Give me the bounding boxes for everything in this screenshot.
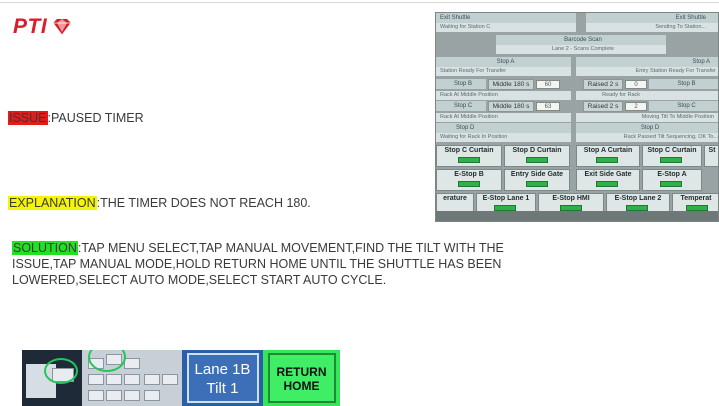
stop-a-curtain-button[interactable]: Stop A Curtain [576, 145, 640, 167]
middle-timer-b-value: 60 [536, 80, 560, 89]
stop-d-left-status: Waiting for Rack In Position [436, 133, 571, 142]
stop-c-right: Stop C [649, 101, 718, 111]
stop-b-right: Stop B [649, 79, 718, 89]
manual-movement-thumbnail [82, 350, 182, 406]
explanation-tag: EXPLANATION [8, 196, 97, 210]
stop-d-curtain-button[interactable]: Stop D Curtain [504, 145, 570, 167]
mini-key [124, 374, 140, 385]
exit-shuttle-left-status: Waiting for Station C [436, 23, 576, 32]
status-led [660, 157, 682, 163]
solution-tag: SOLUTION [12, 241, 78, 255]
lane-tilt-tile: Lane 1B Tilt 1 [186, 353, 259, 403]
mini-key [124, 390, 140, 401]
exit-shuttle-right: Exit Shuttle [586, 13, 718, 23]
stop-a-left-status: Station Ready For Transfer [436, 67, 571, 76]
stop-b-left: Stop B [436, 79, 486, 89]
stop-b-right-status: Ready for Rack [576, 91, 718, 100]
raised-timer-b-label: Raised 2 s [583, 79, 623, 90]
middle-timer-c-value: 63 [536, 102, 560, 111]
mini-key [162, 374, 178, 385]
stop-a-left: Stop A [436, 57, 571, 67]
stop-d-right: Stop D [576, 123, 718, 133]
mini-key [88, 390, 104, 401]
stop-a-right: Stop A [576, 57, 718, 67]
highlight-ring [44, 358, 78, 384]
explanation-text: :THE TIMER DOES NOT REACH 180. [96, 196, 311, 210]
status-led [526, 181, 548, 187]
stop-c-right-status: Moving Tilt To Middle Position [576, 113, 718, 122]
barcode-scan-header: Barcode Scan [496, 35, 666, 45]
exit-side-gate-button[interactable]: Exit Side Gate [576, 169, 640, 191]
menu-select-thumbnail [22, 350, 82, 406]
st-button-partial[interactable]: St [704, 145, 718, 167]
pti-logo: PTI [13, 14, 73, 40]
explanation-line: EXPLANATION:THE TIMER DOES NOT REACH 180… [8, 195, 311, 211]
e-stop-b-button[interactable]: E-Stop B [436, 169, 502, 191]
temperature-left-button[interactable]: erature [436, 193, 474, 213]
exit-shuttle-right-status: Sending To Station... [586, 23, 718, 32]
mini-key [88, 374, 104, 385]
status-led [596, 157, 618, 163]
middle-timer-c-label: Middle 180 s [488, 101, 534, 112]
mini-key [144, 374, 160, 385]
lane-tilt-thumbnail: Lane 1B Tilt 1 [182, 350, 263, 406]
solution-paragraph: SOLUTION:TAP MENU SELECT,TAP MANUAL MOVE… [12, 240, 512, 288]
return-home-tile: RETURN HOME [267, 353, 336, 403]
status-led [526, 157, 548, 163]
return-label: RETURN [276, 365, 327, 379]
solution-text: :TAP MENU SELECT,TAP MANUAL MOVEMENT,FIN… [12, 241, 504, 287]
e-stop-a-button[interactable]: E-Stop A [642, 169, 702, 191]
issue-line: ISSUE:PAUSED TIMER [8, 110, 144, 126]
logo-text: PTI [13, 15, 48, 38]
home-label: HOME [283, 379, 320, 393]
status-led [660, 181, 682, 187]
exit-shuttle-left: Exit Shuttle [436, 13, 576, 23]
mini-key [106, 390, 122, 401]
mini-key [124, 358, 140, 369]
hmi-screen-photo: Exit Shuttle Waiting for Station C Exit … [435, 12, 719, 222]
stop-d-left: Stop D [436, 123, 571, 133]
stop-a-right-status: Entry Station Ready For Transfer [576, 67, 718, 76]
stop-c-curtain-right-button[interactable]: Stop C Curtain [642, 145, 702, 167]
tilt-label: Tilt 1 [206, 380, 239, 397]
lane-status: Lane 2 - Scans Complete [496, 45, 666, 54]
status-led [596, 181, 618, 187]
return-home-thumbnail: RETURN HOME [263, 350, 340, 406]
stop-d-right-status: Rack Passed Tilt Sequencing, OK To... [576, 133, 718, 142]
status-led [458, 157, 480, 163]
mini-key [106, 374, 122, 385]
raised-timer-c-value: 2 [625, 102, 647, 111]
entry-side-gate-button[interactable]: Entry Side Gate [504, 169, 570, 191]
issue-text: :PAUSED TIMER [47, 111, 144, 125]
stop-b-left-status: Rack At Middle Position [436, 91, 571, 100]
raised-timer-c-label: Raised 2 s [583, 101, 623, 112]
status-led [458, 181, 480, 187]
screen-bezel [436, 211, 718, 221]
raised-timer-b-value: 0 [625, 80, 647, 89]
lane-label: Lane 1B [194, 361, 251, 378]
issue-tag: ISSUE [8, 111, 48, 125]
diamond-gem-icon [52, 19, 72, 36]
stop-c-curtain-button[interactable]: Stop C Curtain [436, 145, 502, 167]
top-divider [0, 2, 719, 3]
stop-c-left-status: Rack At Middle Position [436, 113, 571, 122]
mini-key [144, 390, 160, 401]
stop-c-left: Stop C [436, 101, 486, 111]
middle-timer-b-label: Middle 180 s [488, 79, 534, 90]
